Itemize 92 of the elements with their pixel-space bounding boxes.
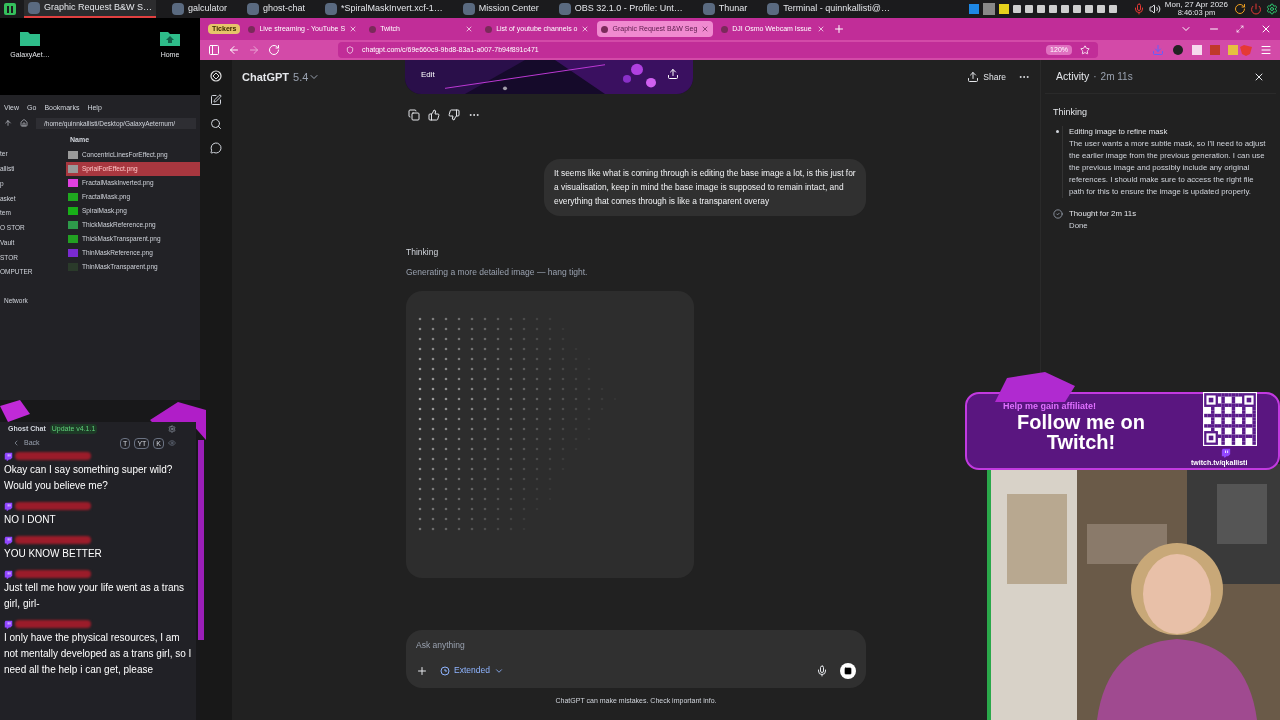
taskbar-window[interactable]: *SpiralMaskInvert.xcf-1… — [321, 0, 447, 18]
window-title: Thunar — [718, 2, 748, 16]
add-icon[interactable] — [416, 664, 428, 677]
tab-favicon — [485, 25, 493, 33]
tab-favicon — [601, 25, 609, 33]
power-icon[interactable] — [1250, 3, 1262, 15]
twitch-icon — [4, 619, 13, 629]
clock-icon — [440, 665, 450, 676]
microphone-icon[interactable] — [816, 664, 828, 677]
thumbs-up-icon[interactable] — [428, 109, 440, 121]
app-icon — [558, 3, 571, 15]
panel-duration: 2m 11s — [1100, 70, 1133, 84]
tab-favicon — [721, 25, 729, 33]
twitch-icon — [1221, 448, 1231, 458]
settings-icon[interactable] — [168, 425, 176, 433]
chat-message: I only have the physical resources, I am not mentally developed as a trans girl, so I need all the help i can get, please — [4, 631, 192, 677]
chat-message: Okay can I say something super wild? Would you believe me? — [4, 463, 174, 493]
visibility-icon[interactable] — [168, 439, 176, 447]
panel-title: Activity — [1056, 68, 1090, 84]
taskbar-window[interactable]: OBS 32.1.0 - Profile: Unt… — [554, 0, 687, 18]
mode-selector[interactable]: Extended — [440, 664, 504, 678]
home-icon[interactable] — [20, 119, 28, 128]
app-icon — [702, 3, 715, 15]
logo-icon[interactable] — [210, 70, 222, 82]
maximize-icon[interactable] — [1236, 25, 1244, 33]
window-title: *SpiralMaskInvert.xcf-1… — [341, 2, 443, 16]
tab-favicon — [369, 25, 377, 33]
section-heading: Thinking — [1052, 106, 1089, 119]
stop-button[interactable] — [840, 662, 856, 679]
taskbar-window[interactable]: galculator — [168, 0, 232, 18]
window-title: galculator — [188, 2, 228, 16]
user-message: It seems like what is coming through is editing the base image a lot, is this just for a visualisation, keep in mind the base image is supposed to remain intact, and everything that comes through is like a transparent overay — [544, 159, 866, 216]
back-icon[interactable] — [12, 439, 20, 447]
app-icon — [247, 3, 260, 15]
window-title: Terminal - quinnkallisti@… — [783, 2, 890, 16]
menu-logo-icon[interactable] — [4, 3, 16, 15]
settings-icon[interactable] — [1266, 3, 1278, 15]
new-tab-icon[interactable] — [833, 23, 846, 35]
share-icon — [967, 71, 980, 83]
chat-bubble-icon[interactable] — [210, 142, 222, 154]
twitch-icon — [4, 451, 13, 461]
qr-code — [1203, 392, 1257, 446]
app-icon — [325, 3, 338, 15]
tagline-text: Help me gain affiliate! — [1003, 400, 1097, 413]
taskbar-window[interactable]: ghost-chat — [243, 0, 310, 18]
share-icon[interactable] — [667, 68, 679, 80]
app-icon — [767, 3, 780, 15]
model-name[interactable]: ChatGPT — [242, 68, 290, 86]
chat-message: Just tell me how your life went as a trans girl, girl- — [4, 581, 186, 611]
check-icon — [1053, 208, 1063, 219]
twitch-icon — [4, 501, 13, 511]
thinking-status[interactable]: Thinking — [406, 245, 866, 259]
message-input[interactable]: Ask anything — [416, 639, 856, 652]
share-button[interactable]: Share — [967, 70, 1006, 84]
update-icon[interactable] — [1234, 3, 1246, 15]
taskbar-window[interactable]: Graphic Request B&W S… — [24, 0, 157, 18]
back-icon[interactable] — [228, 44, 240, 56]
edit-image-button[interactable]: Edit — [421, 69, 435, 81]
stop-icon — [844, 666, 852, 675]
volume-icon[interactable] — [1148, 3, 1161, 15]
app-icon — [462, 3, 475, 15]
window-title: ghost-chat — [263, 2, 306, 16]
shield-icon — [346, 46, 354, 54]
window-title: Mission Center — [478, 2, 539, 16]
twitch-icon — [4, 535, 13, 545]
up-icon[interactable] — [4, 119, 12, 128]
bookmark-star-icon[interactable] — [1080, 45, 1090, 55]
app-icon — [172, 3, 185, 15]
progress-text: Generating a more detailed image — hang tight. — [406, 266, 589, 280]
folder-icon — [20, 30, 40, 46]
tab-favicon — [248, 25, 256, 33]
search-icon[interactable] — [210, 118, 222, 130]
twitch-icon — [4, 569, 13, 579]
title-separator: · — [1093, 70, 1097, 84]
clock-date: Mon, 27 Apr 2026 — [1164, 0, 1228, 9]
thumbs-down-icon[interactable] — [448, 109, 460, 121]
taskbar-window[interactable]: Terminal - quinnkallisti@… — [763, 0, 894, 18]
model-version[interactable]: 5.4 — [293, 68, 309, 86]
home-folder-icon — [160, 30, 180, 46]
taskbar-window[interactable]: Mission Center — [458, 0, 543, 18]
copy-icon[interactable] — [408, 109, 420, 121]
new-chat-icon[interactable] — [210, 94, 222, 106]
window-title: Graphic Request B&W S… — [44, 1, 153, 15]
headline-text: Follow me on Twitch! — [1016, 412, 1146, 452]
sidebar-icon[interactable] — [208, 44, 220, 56]
taskbar-window[interactable]: Thunar — [698, 0, 752, 18]
chat-message: YOU KNOW BETTER — [4, 547, 103, 561]
menu-icon[interactable] — [1260, 44, 1272, 56]
chat-message: NO I DONT — [4, 513, 57, 527]
reload-icon[interactable] — [268, 44, 280, 56]
app-icon — [28, 2, 40, 14]
window-title: OBS 32.1.0 - Profile: Unt… — [574, 2, 683, 16]
